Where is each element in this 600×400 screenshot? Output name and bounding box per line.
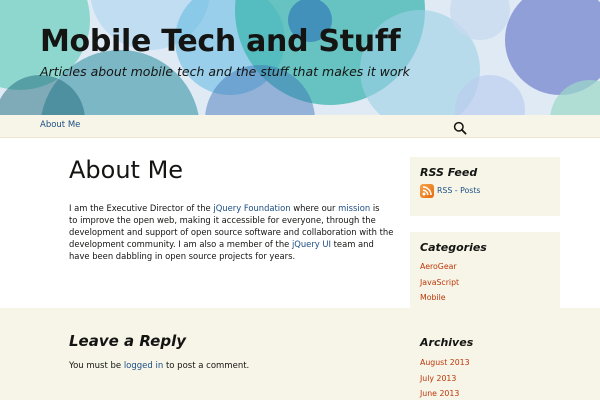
archive-link[interactable]: August 2013 xyxy=(420,358,470,367)
reply-title: Leave a Reply xyxy=(69,332,187,350)
site-title[interactable]: Mobile Tech and Stuff xyxy=(40,24,401,59)
widget-title-archives: Archives xyxy=(420,336,474,349)
page-title: About Me xyxy=(69,156,184,184)
widget-rss: RSS Feed RSS - Posts xyxy=(410,157,560,216)
archive-link[interactable]: June 2013 xyxy=(420,389,459,398)
content-text: where our xyxy=(290,203,339,213)
rss-icon[interactable] xyxy=(420,184,434,198)
archive-link[interactable]: July 2013 xyxy=(420,374,456,383)
site-header: Mobile Tech and Stuff Articles about mob… xyxy=(0,0,600,115)
widget-title-categories: Categories xyxy=(420,241,487,254)
content-line: have been dabbling in open source projec… xyxy=(69,251,296,262)
content-line: development community. I am also a membe… xyxy=(69,238,381,250)
content-line: development and support of open source s… xyxy=(69,227,394,238)
notice-text: to post a comment. xyxy=(163,361,250,371)
jquery-ui-link[interactable]: jQuery UI xyxy=(292,239,331,249)
notice-text: You must be xyxy=(69,361,124,371)
site-description: Articles about mobile tech and the stuff… xyxy=(40,64,410,79)
content-line: I am the Executive Director of the jQuer… xyxy=(69,202,381,214)
must-login-notice: You must be logged in to post a comment. xyxy=(69,361,249,371)
category-link[interactable]: JavaScript xyxy=(420,278,459,287)
content-line: to improve the open web, making it acces… xyxy=(69,215,376,226)
entry-content: I am the Executive Director of the jQuer… xyxy=(69,202,394,262)
rss-posts-link[interactable]: RSS - Posts xyxy=(437,186,480,195)
widget-categories: Categories AeroGear JavaScript Mobile xyxy=(410,232,560,312)
logged-in-link[interactable]: logged in xyxy=(124,361,163,371)
nav-item-about-me[interactable]: About Me xyxy=(40,120,80,130)
main-navigation: About Me xyxy=(0,115,600,138)
widget-title-rss: RSS Feed xyxy=(420,166,478,179)
content-text: I am the Executive Director of the xyxy=(69,203,214,213)
category-link[interactable]: AeroGear xyxy=(420,262,457,271)
content-text: team and xyxy=(330,239,374,250)
content-text: development community. I am also a membe… xyxy=(69,239,292,250)
content-text: is xyxy=(370,203,380,213)
jquery-foundation-link[interactable]: jQuery Foundation xyxy=(213,203,290,213)
category-link[interactable]: Mobile xyxy=(420,293,446,302)
search-icon[interactable] xyxy=(453,120,467,135)
widget-archives: Archives August 2013 July 2013 June 2013 xyxy=(410,327,560,400)
mission-link[interactable]: mission xyxy=(338,203,370,213)
